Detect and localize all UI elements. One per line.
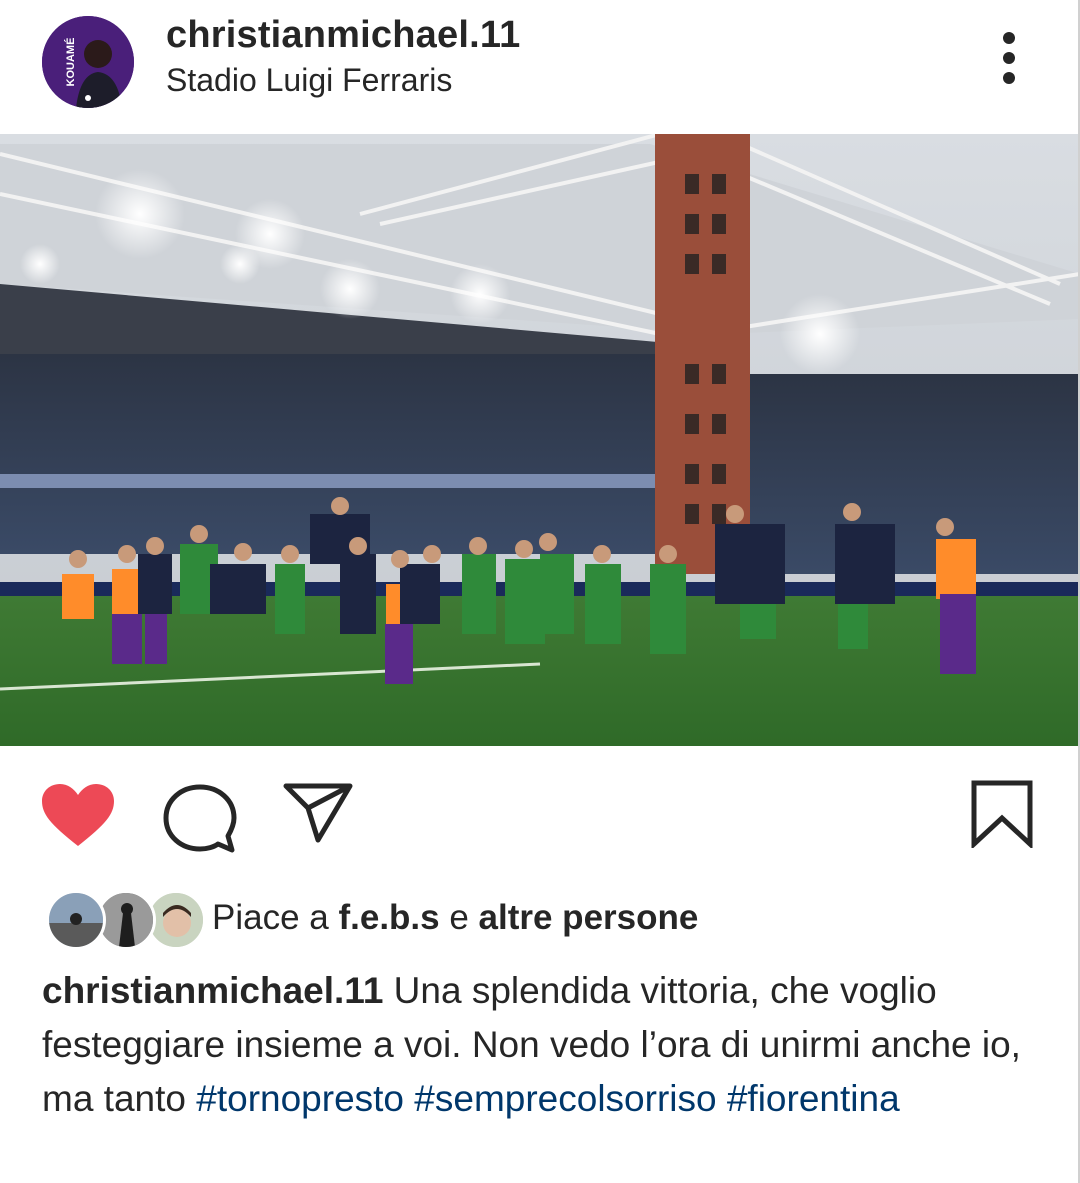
more-options-icon[interactable]	[986, 30, 1032, 86]
like-button[interactable]	[40, 782, 116, 850]
likes-text: Piace a f.e.b.s e altre persone	[212, 898, 698, 938]
hashtag[interactable]: #fiorentina	[727, 1078, 900, 1119]
avatar-text: KOUAMÉ	[64, 38, 77, 87]
hashtag[interactable]: #sempre­colsorriso	[414, 1078, 716, 1119]
stadium-photo	[0, 134, 1080, 746]
bookmark-icon	[971, 780, 1033, 850]
avatar-image: KOUAMÉ	[42, 16, 134, 108]
caption-username[interactable]: christianmichael.11	[42, 970, 383, 1011]
post-actions	[0, 746, 1080, 876]
avatar[interactable]: KOUAMÉ	[42, 16, 134, 108]
post-location[interactable]: Stadio Luigi Ferraris	[166, 62, 452, 99]
comment-icon	[163, 784, 237, 853]
likes-user[interactable]: f.e.b.s	[338, 898, 439, 937]
post-caption: christianmichael.11 Una splendida vittor…	[42, 964, 1052, 1126]
post-header: KOUAMÉ christianmichael.11 Stadio Luigi …	[0, 0, 1080, 134]
send-icon	[283, 783, 353, 843]
likes-prefix: Piace a	[212, 898, 339, 937]
post-image[interactable]	[0, 134, 1080, 746]
liker-avatar-1	[46, 890, 106, 950]
post-username[interactable]: christianmichael.11	[166, 14, 520, 57]
likes-row[interactable]: Piace a f.e.b.s e altre persone	[42, 886, 1042, 950]
likes-middle: e	[439, 898, 479, 937]
hashtag[interactable]: #tornopresto	[196, 1078, 404, 1119]
save-button[interactable]	[970, 780, 1034, 850]
likes-others[interactable]: altre persone	[479, 898, 699, 937]
heart-filled-icon	[42, 784, 114, 846]
share-button[interactable]	[282, 782, 354, 846]
comment-button[interactable]	[162, 782, 238, 858]
